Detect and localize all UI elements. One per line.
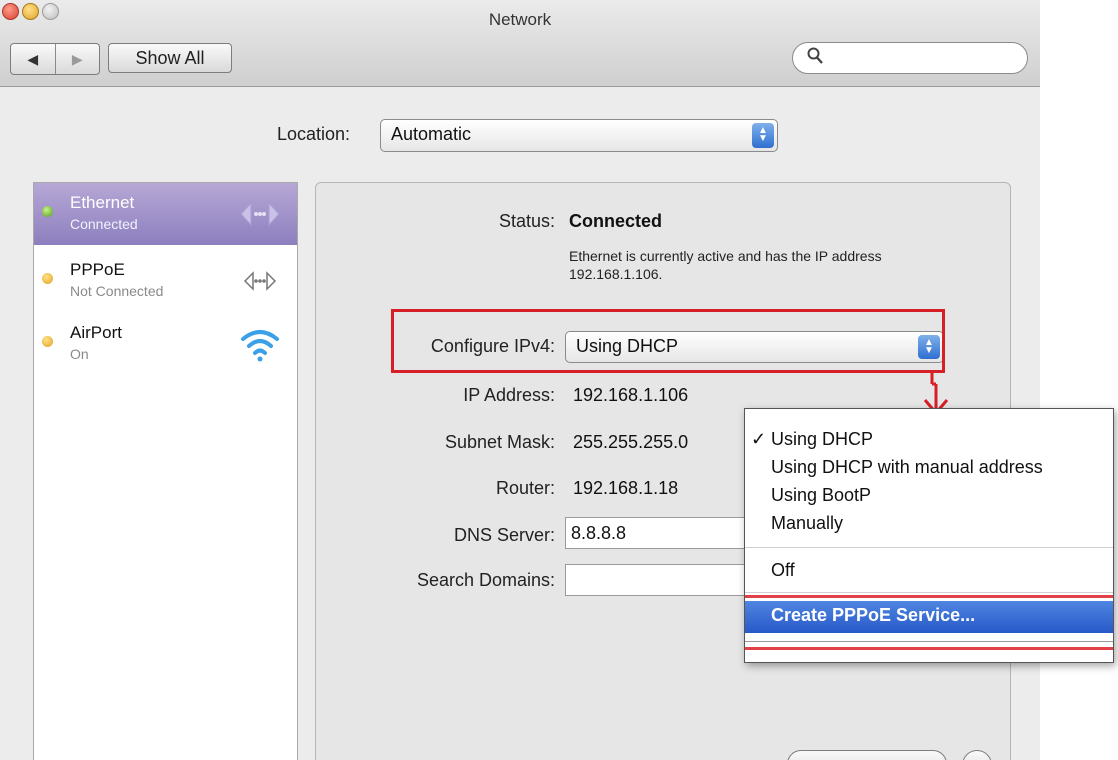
status-note: Ethernet is currently active and has the…: [569, 248, 882, 282]
ethernet-arrows-icon: [243, 271, 277, 291]
window-title: Network: [488, 10, 552, 29]
service-status: On: [70, 346, 89, 362]
service-list: Ethernet Connected PPPoE Not Connected A…: [33, 182, 298, 760]
status-value: Connected: [569, 211, 663, 231]
location-label: Location:: [277, 124, 351, 144]
router-label: Router:: [495, 478, 555, 498]
menu-item-off[interactable]: Off: [771, 560, 795, 581]
dns-server-value: 8.8.8.8: [571, 523, 627, 543]
status-dot-icon: [42, 336, 53, 347]
service-name: AirPort: [70, 323, 122, 342]
annotation-underline: [745, 647, 1113, 650]
advanced-button[interactable]: [787, 750, 947, 760]
menu-separator: [745, 592, 1113, 593]
configure-ipv4-menu: ✓ Using DHCP Using DHCP with manual addr…: [744, 408, 1114, 663]
search-field[interactable]: [792, 42, 1028, 74]
ip-address-value: 192.168.1.106: [573, 385, 689, 405]
service-item-ethernet[interactable]: Ethernet Connected: [34, 183, 297, 245]
service-status: Not Connected: [70, 283, 164, 299]
subnet-mask-label: Subnet Mask:: [444, 432, 555, 452]
ip-address-label: IP Address:: [463, 385, 555, 405]
menu-item-using-bootp[interactable]: Using BootP: [771, 485, 871, 506]
menu-item-using-dhcp-manual[interactable]: Using DHCP with manual address: [771, 457, 1043, 478]
status-dot-icon: [42, 206, 53, 217]
service-status: Connected: [70, 216, 138, 232]
menu-separator: [745, 641, 1113, 642]
menu-item-create-pppoe-service[interactable]: Create PPPoE Service...: [745, 601, 1113, 633]
menu-item-manually[interactable]: Manually: [771, 513, 843, 534]
service-item-airport[interactable]: AirPort On: [34, 313, 297, 375]
router-value: 192.168.1.18: [573, 478, 679, 498]
title-bar: Network ◀ ▶ Show All: [0, 0, 1040, 87]
back-forward-control: ◀ ▶: [10, 43, 100, 75]
forward-icon[interactable]: ▶: [54, 44, 100, 74]
annotation-highlight-box: [391, 309, 945, 373]
popup-arrows-icon: ▲ ▼: [752, 123, 774, 148]
annotation-underline: [745, 595, 1113, 598]
ethernet-arrows-icon: [240, 201, 280, 227]
wifi-icon: [241, 330, 279, 362]
show-all-button[interactable]: Show All: [108, 43, 232, 73]
location-value: Automatic: [391, 124, 472, 144]
search-domains-label: Search Domains:: [416, 570, 555, 590]
menu-separator: [745, 547, 1113, 548]
checkmark-icon: ✓: [751, 429, 767, 449]
location-popup[interactable]: Automatic ▲ ▼: [380, 119, 778, 152]
search-icon: [807, 47, 823, 70]
service-name: PPPoE: [70, 260, 125, 279]
menu-item-using-dhcp[interactable]: Using DHCP: [771, 429, 873, 450]
subnet-mask-value: 255.255.255.0: [573, 432, 689, 452]
service-item-pppoe[interactable]: PPPoE Not Connected: [34, 250, 297, 312]
create-pppoe-label: Create PPPoE Service...: [771, 605, 976, 625]
status-dot-icon: [42, 273, 53, 284]
dns-server-label: DNS Server:: [453, 525, 555, 545]
back-icon[interactable]: ◀: [11, 44, 55, 74]
service-name: Ethernet: [70, 193, 135, 212]
status-label: Status:: [498, 211, 555, 231]
